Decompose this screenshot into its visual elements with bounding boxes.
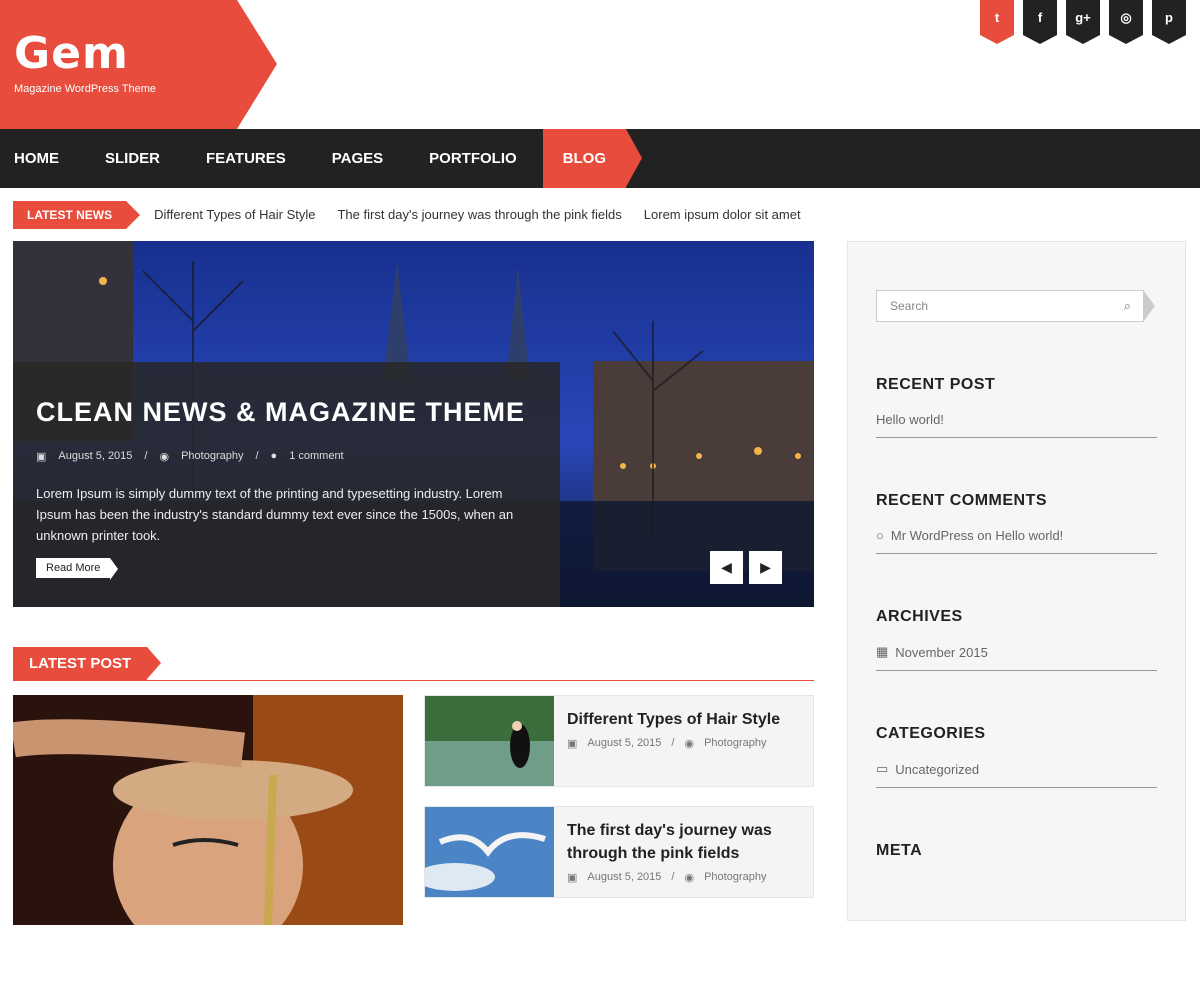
post-category[interactable]: Photography	[704, 737, 766, 750]
slide-meta: ▣ August 5, 2015 / ◉ Photography / ● 1 c…	[36, 450, 537, 463]
search-icon[interactable]: ⌕	[1124, 298, 1131, 314]
facebook-icon[interactable]: f	[1023, 0, 1057, 44]
pinterest-icon[interactable]: p	[1152, 0, 1186, 44]
recent-comment-link[interactable]: ○ Mr WordPress on Hello world!	[876, 528, 1157, 554]
main-content: CLEAN NEWS & MAGAZINE THEME ▣ August 5, …	[13, 241, 814, 995]
featured-post-image[interactable]	[13, 695, 403, 925]
post-card[interactable]: Different Types of Hair Style ▣ August 5…	[424, 695, 814, 787]
slide-excerpt: Lorem Ipsum is simply dummy text of the …	[36, 486, 514, 543]
archives-widget: ARCHIVES ▦ November 2015	[876, 608, 1157, 671]
comment-icon: ●	[270, 450, 278, 462]
categories-widget: CATEGORIES ▭ Uncategorized	[876, 725, 1157, 788]
post-category[interactable]: Photography	[181, 450, 243, 463]
google-plus-icon[interactable]: g+	[1066, 0, 1100, 44]
logo-text: Gem	[14, 28, 129, 79]
post-thumbnail[interactable]	[425, 696, 554, 786]
widget-title: RECENT COMMENTS	[876, 492, 1048, 509]
site-header: Gem Magazine WordPress Theme t f g+ ◎ p	[0, 0, 1200, 129]
post-date[interactable]: August 5, 2015	[58, 450, 132, 463]
calendar-icon: ▦	[876, 644, 889, 659]
nav-portfolio[interactable]: PORTFOLIO	[429, 129, 517, 188]
camera-icon: ◉	[684, 872, 695, 884]
latest-post-list: Different Types of Hair Style ▣ August 5…	[13, 695, 814, 995]
recent-post-link[interactable]: Hello world!	[876, 412, 1157, 438]
camera-icon: ◉	[159, 451, 170, 463]
post-info: The first day's journey was through the …	[554, 807, 813, 897]
post-date[interactable]: August 5, 2015	[587, 737, 661, 750]
post-comments[interactable]: 1 comment	[289, 450, 343, 463]
calendar-icon: ▣	[567, 738, 578, 750]
twitter-icon[interactable]: t	[980, 0, 1014, 44]
meta-widget: META	[876, 842, 1157, 860]
site-logo[interactable]: Gem Magazine WordPress Theme	[0, 0, 277, 129]
widget-title: CATEGORIES	[876, 725, 986, 742]
dribbble-icon[interactable]: ◎	[1109, 0, 1143, 44]
slider-arrows: ◀ ▶	[710, 551, 782, 584]
ticker-label: LATEST NEWS	[13, 200, 141, 229]
post-thumbnail[interactable]	[415, 807, 554, 897]
post-category[interactable]: Photography	[704, 871, 766, 884]
nav-home[interactable]: HOME	[14, 129, 59, 188]
comment-icon: ○	[876, 528, 884, 543]
category-link[interactable]: ▭ Uncategorized	[876, 761, 1157, 788]
meta-separator: /	[671, 737, 675, 749]
ticker-item[interactable]: Different Types of Hair Style	[154, 207, 315, 222]
post-card[interactable]: The first day's journey was through the …	[415, 806, 814, 898]
makeup-photo	[13, 695, 403, 925]
social-links: t f g+ ◎ p	[980, 0, 1186, 44]
site-tagline: Magazine WordPress Theme	[14, 83, 157, 95]
news-ticker: LATEST NEWS Different Types of Hair Styl…	[0, 188, 1200, 241]
camera-icon: ◉	[684, 738, 695, 750]
search-input[interactable]: Search ⌕	[876, 290, 1155, 322]
nav-features[interactable]: FEATURES	[206, 129, 286, 188]
read-more-button[interactable]: Read More	[36, 558, 119, 580]
water-photo	[425, 696, 554, 786]
slide-title[interactable]: CLEAN NEWS & MAGAZINE THEME	[36, 397, 537, 428]
widget-title: META	[876, 842, 923, 859]
section-title: LATEST POST	[13, 647, 162, 680]
next-arrow-icon[interactable]: ▶	[749, 551, 782, 584]
nav-slider[interactable]: SLIDER	[105, 129, 160, 188]
recent-post-widget: RECENT POST Hello world!	[876, 376, 1157, 438]
seagull-photo	[415, 807, 554, 897]
meta-separator: /	[671, 871, 675, 883]
folder-icon: ▭	[876, 761, 889, 776]
meta-separator: /	[255, 450, 259, 462]
nav-blog[interactable]: BLOG	[542, 129, 643, 188]
calendar-icon: ▣	[36, 451, 47, 463]
featured-slider: CLEAN NEWS & MAGAZINE THEME ▣ August 5, …	[13, 241, 814, 607]
slider-caption: CLEAN NEWS & MAGAZINE THEME ▣ August 5, …	[13, 362, 560, 607]
search-placeholder: Search	[890, 299, 929, 313]
ticker-item[interactable]: The first day's journey was through the …	[337, 207, 621, 222]
post-title[interactable]: Different Types of Hair Style	[567, 708, 780, 731]
calendar-icon: ▣	[567, 872, 578, 884]
recent-comments-widget: RECENT COMMENTS ○ Mr WordPress on Hello …	[876, 492, 1157, 554]
post-meta: ▣ August 5, 2015 / ◉ Photography	[567, 737, 780, 750]
ticker-item[interactable]: Lorem ipsum dolor sit amet	[644, 207, 801, 222]
post-info: Different Types of Hair Style ▣ August 5…	[554, 696, 793, 786]
prev-arrow-icon[interactable]: ◀	[710, 551, 743, 584]
nav-pages[interactable]: PAGES	[332, 129, 383, 188]
widget-title: ARCHIVES	[876, 608, 963, 625]
widget-title: RECENT POST	[876, 376, 996, 393]
post-title[interactable]: The first day's journey was through the …	[567, 819, 800, 865]
meta-separator: /	[144, 450, 148, 462]
latest-post-header: LATEST POST	[13, 647, 814, 681]
post-meta: ▣ August 5, 2015 / ◉ Photography	[567, 871, 800, 884]
main-navigation: HOME SLIDER FEATURES PAGES PORTFOLIO BLO…	[0, 129, 1200, 188]
post-date[interactable]: August 5, 2015	[587, 871, 661, 884]
sidebar: Search ⌕ RECENT POST Hello world! RECENT…	[847, 241, 1186, 921]
archive-link[interactable]: ▦ November 2015	[876, 644, 1157, 671]
